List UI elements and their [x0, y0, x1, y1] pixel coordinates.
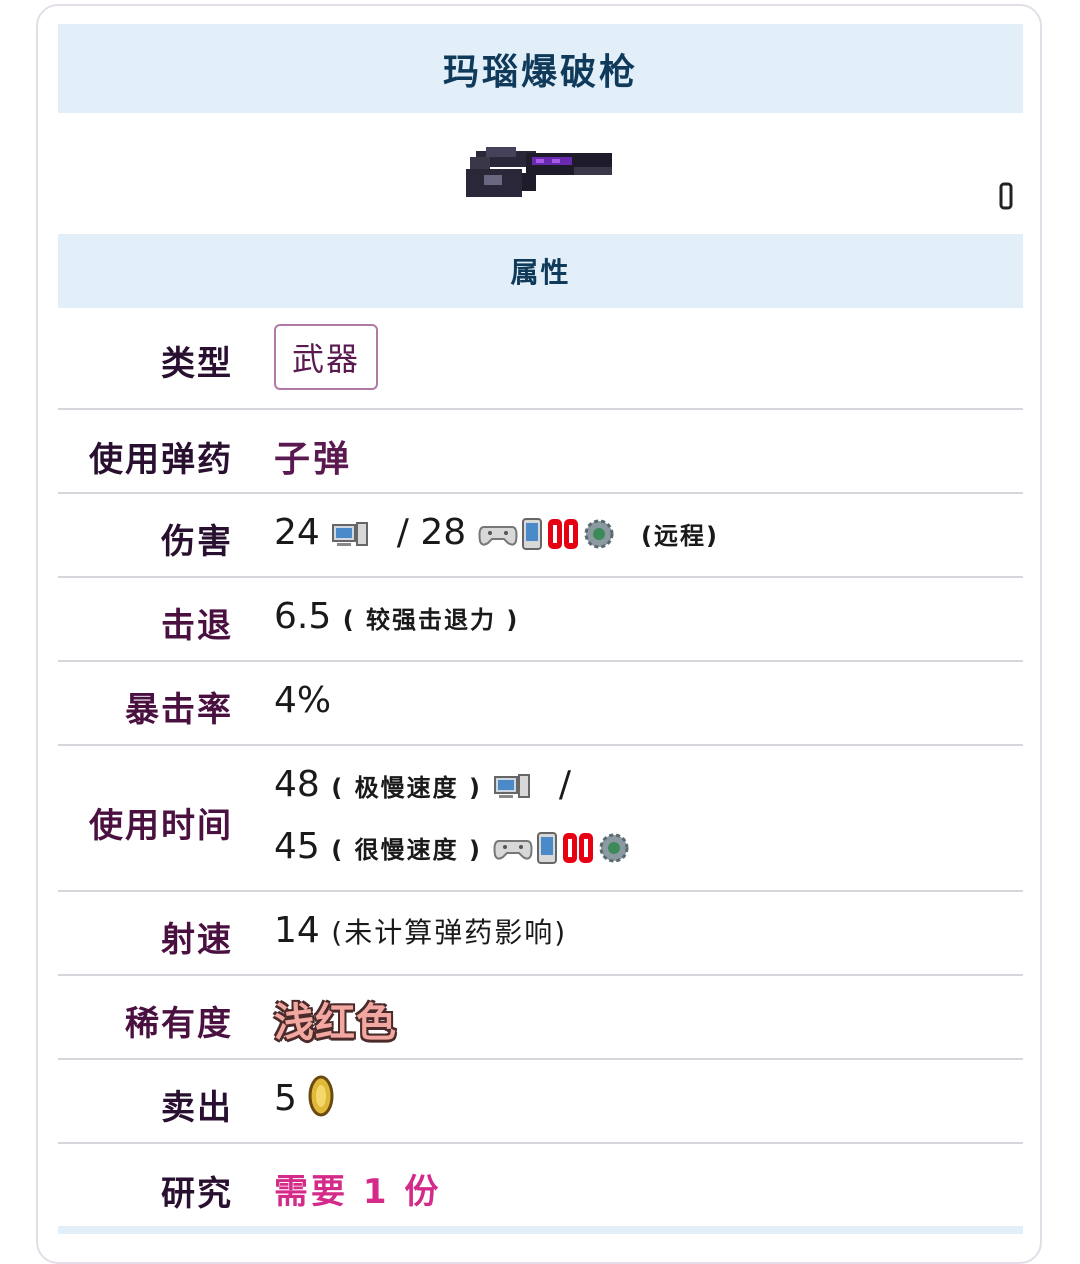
damage-pc-value: 24: [274, 512, 320, 553]
row-label: 使用时间: [89, 806, 233, 846]
damage-separator: /: [396, 512, 409, 553]
row-label: 研究: [161, 1174, 233, 1214]
row-label: 击退: [161, 606, 233, 646]
use-time-separator: /: [558, 764, 571, 805]
row-ammo: 使用弹药 子弹: [58, 410, 1023, 492]
mobile-platform-icon[interactable]: [520, 517, 544, 551]
small-marker-icon: [999, 182, 1013, 210]
use-time-pc-note: ( 极慢速度 ): [331, 774, 482, 802]
bottom-section-band: [58, 1226, 1023, 1234]
research-value: 需要 1 份: [274, 1172, 442, 1212]
row-label: 稀有度: [125, 1004, 233, 1044]
knockback-value: 6.5: [274, 596, 332, 637]
switch-platform-icon[interactable]: [561, 831, 595, 865]
use-time-console-note: ( 很慢速度 ): [331, 836, 482, 864]
row-rarity: 稀有度 浅红色: [58, 976, 1023, 1058]
velocity-note: (未计算弹药影响): [331, 916, 568, 949]
item-title: 玛瑙爆破枪: [58, 24, 1023, 113]
sell-value: 5: [274, 1078, 297, 1119]
row-sell: 卖出 5: [58, 1060, 1023, 1142]
mobile-platform-icon[interactable]: [535, 831, 559, 865]
row-label: 伤害: [161, 522, 233, 562]
damage-class-note: (远程): [641, 522, 719, 550]
row-crit-chance: 暴击率 4%: [58, 662, 1023, 744]
use-time-pc-value: 48: [274, 764, 320, 805]
row-label: 类型: [161, 344, 233, 384]
gold-coin-icon: [308, 1075, 334, 1117]
use-time-console-value: 45: [274, 826, 320, 867]
ammo-link[interactable]: 子弹: [274, 439, 352, 480]
section-header-attributes: 属性: [58, 234, 1023, 308]
switch-platform-icon[interactable]: [546, 517, 580, 551]
damage-console-value: 28: [420, 512, 467, 553]
row-research: 研究 需要 1 份: [58, 1144, 1023, 1226]
knockback-note: ( 较强击退力 ): [342, 606, 520, 634]
row-velocity: 射速 14 (未计算弹药影响): [58, 892, 1023, 974]
type-tag-link[interactable]: 武器: [274, 324, 379, 390]
rarity-value-link[interactable]: 浅红色: [274, 1000, 397, 1046]
gear-platform-icon[interactable]: [597, 831, 631, 865]
row-label: 使用弹药: [89, 440, 233, 480]
row-knockback: 击退 6.5 ( 较强击退力 ): [58, 578, 1023, 660]
gear-platform-icon[interactable]: [582, 517, 616, 551]
velocity-value: 14: [274, 910, 320, 951]
console-platform-icon[interactable]: [493, 833, 533, 863]
row-type: 类型 武器: [58, 324, 1023, 408]
onyx-blaster-icon: [466, 147, 612, 197]
pc-platform-icon[interactable]: [493, 771, 533, 801]
row-label: 卖出: [161, 1088, 233, 1128]
console-platform-icon[interactable]: [478, 519, 518, 549]
row-label: 暴击率: [125, 690, 233, 730]
crit-value: 4%: [274, 680, 332, 721]
pc-platform-icon[interactable]: [331, 519, 371, 549]
row-use-time: 使用时间 48 ( 极慢速度 ) / 45 ( 很慢速度 ): [58, 746, 1023, 890]
row-label: 射速: [161, 920, 233, 960]
row-damage: 伤害 24 / 28 (远程): [58, 494, 1023, 576]
